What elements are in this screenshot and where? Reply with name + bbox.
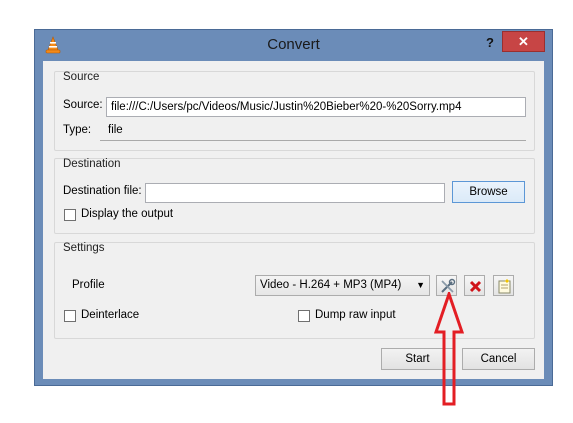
deinterlace-checkbox[interactable]	[64, 310, 76, 322]
dump-raw-input-checkbox[interactable]	[298, 310, 310, 322]
help-button[interactable]: ?	[481, 34, 499, 52]
title-bar[interactable]: Convert ? ✕	[35, 30, 552, 60]
type-label: Type:	[63, 124, 92, 136]
new-profile-icon	[498, 279, 511, 294]
profile-select[interactable]: Video - H.264 + MP3 (MP4) ▼	[255, 275, 430, 296]
window-title: Convert	[267, 36, 320, 53]
settings-group-title: Settings	[63, 242, 105, 254]
destination-group-title: Destination	[63, 158, 121, 170]
source-divider	[100, 140, 526, 141]
source-label: Source:	[63, 99, 103, 111]
profile-label: Profile	[72, 279, 105, 291]
destination-group: Destination Destination file: Browse Dis…	[54, 158, 535, 234]
dialog-body: Source Source: file:///C:/Users/pc/Video…	[43, 61, 544, 379]
destination-file-field[interactable]	[145, 183, 445, 203]
source-group-title: Source	[63, 71, 100, 83]
annotation-arrow	[434, 292, 464, 406]
new-profile-button[interactable]	[493, 275, 514, 296]
profile-selected-value: Video - H.264 + MP3 (MP4)	[260, 279, 402, 291]
dump-raw-input-label: Dump raw input	[315, 309, 396, 321]
close-button[interactable]: ✕	[502, 31, 545, 52]
dropdown-arrow-icon: ▼	[416, 280, 425, 290]
deinterlace-label: Deinterlace	[81, 309, 140, 321]
convert-window: Convert ? ✕ Source Source: file:///C:/Us…	[34, 29, 553, 386]
source-field[interactable]: file:///C:/Users/pc/Videos/Music/Justin%…	[106, 97, 526, 117]
destination-file-label: Destination file:	[63, 185, 142, 197]
display-output-checkbox[interactable]	[64, 209, 76, 221]
cancel-button[interactable]: Cancel	[462, 348, 535, 370]
delete-profile-button[interactable]	[464, 275, 485, 296]
source-group: Source Source: file:///C:/Users/pc/Video…	[54, 71, 535, 151]
browse-button[interactable]: Browse	[452, 181, 525, 203]
type-value: file	[108, 124, 123, 136]
delete-profile-icon	[469, 280, 482, 293]
display-output-label: Display the output	[81, 208, 174, 220]
